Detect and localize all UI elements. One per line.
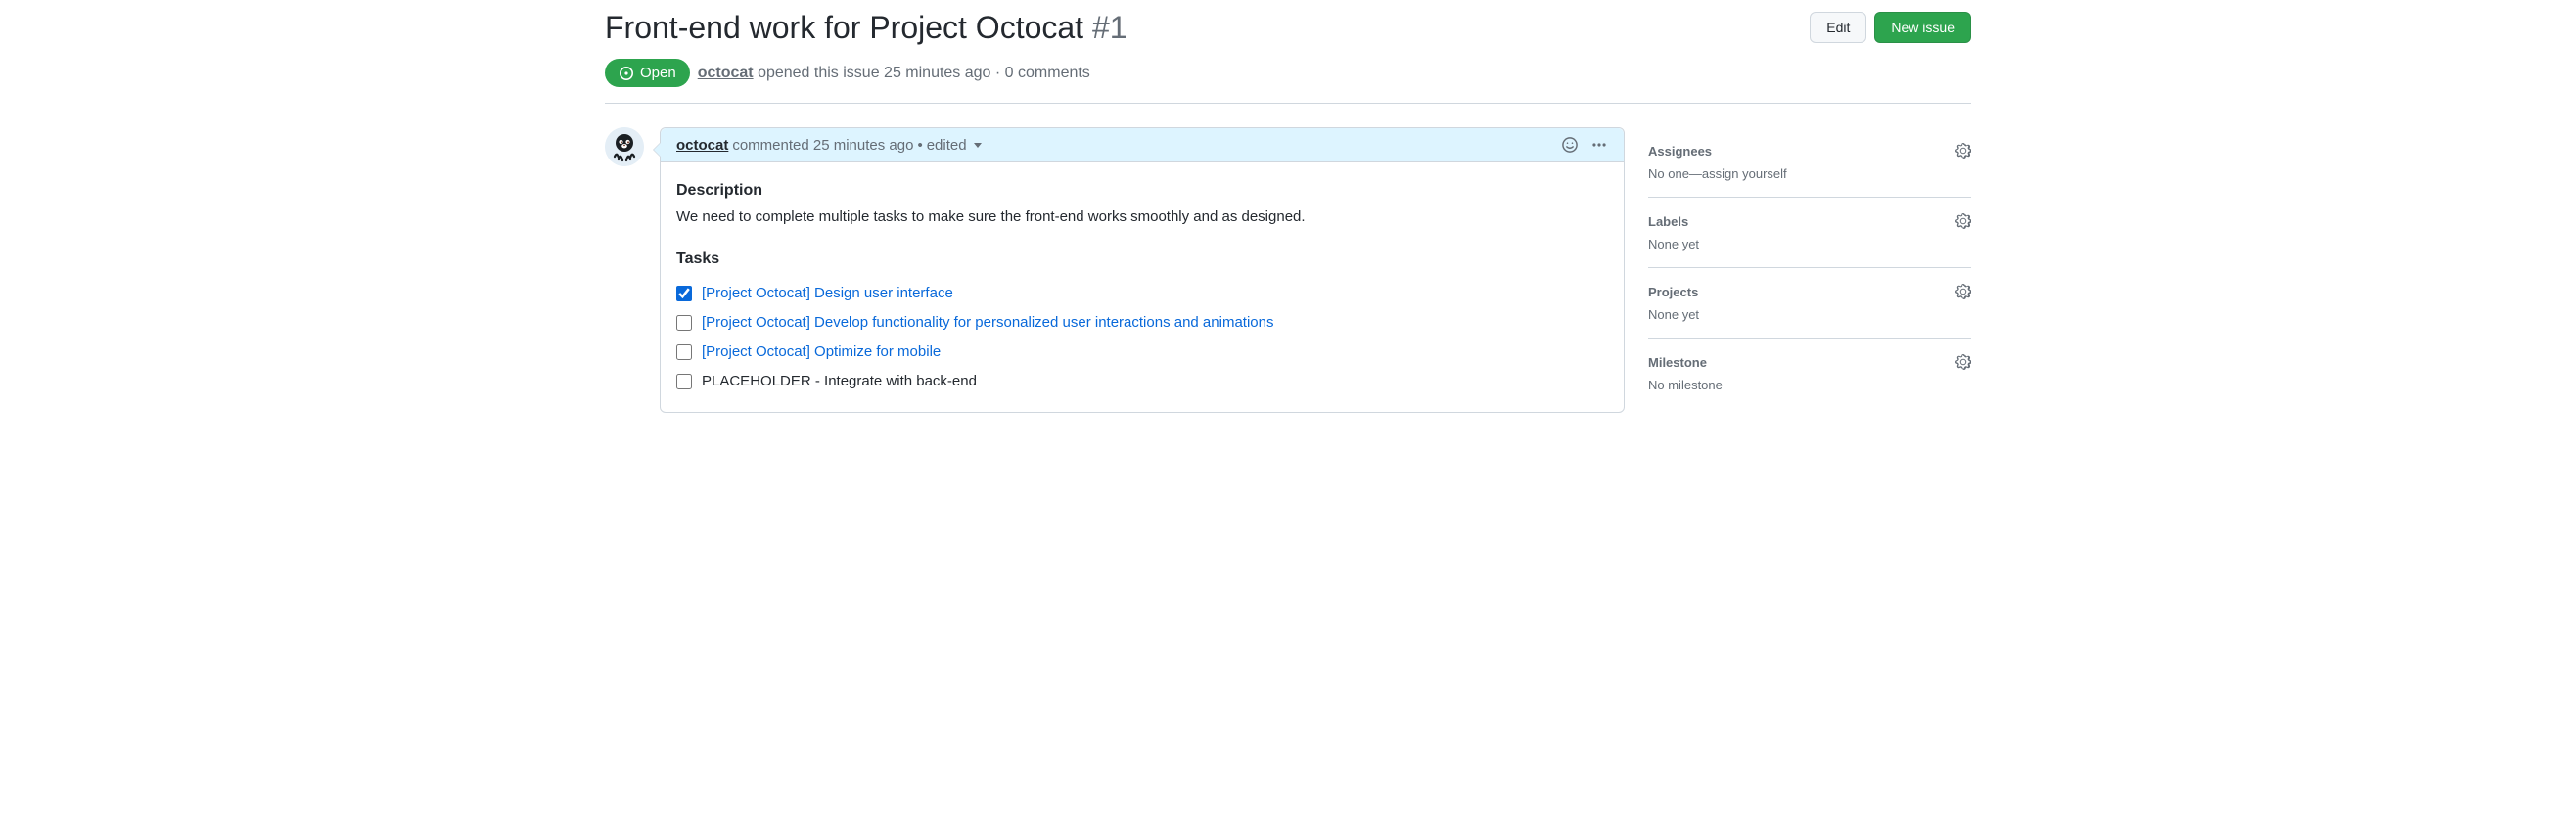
sidebar-assignees: Assignees No one—assign yourself [1648,127,1971,198]
labels-title: Labels [1648,214,1688,229]
milestone-body: No milestone [1648,378,1971,392]
assign-yourself-link[interactable]: No one—assign yourself [1648,166,1787,181]
issue-header: Front-end work for Project Octocat #1 Ed… [605,0,1971,47]
labels-gear[interactable] [1955,213,1971,229]
sidebar-projects: Projects None yet [1648,268,1971,339]
kebab-icon [1590,136,1608,154]
task-checkbox[interactable] [676,286,692,301]
comment-author-link[interactable]: octocat [676,137,728,154]
task-item: [Project Octocat] Develop functionality … [676,308,1608,338]
task-item: PLACEHOLDER - Integrate with back-end [676,367,1608,396]
assignees-gear[interactable] [1955,143,1971,159]
sidebar: Assignees No one—assign yourself Labels … [1648,127,1971,408]
reaction-button[interactable] [1561,136,1579,154]
edited-dropdown[interactable]: edited [927,137,982,154]
gear-icon [1955,213,1971,229]
task-item: [Project Octocat] Design user interface [676,279,1608,308]
gear-icon [1955,284,1971,299]
task-checkbox[interactable] [676,315,692,331]
task-link[interactable]: [Project Octocat] Design user interface [702,282,953,305]
state-badge: Open [605,59,690,87]
labels-body: None yet [1648,237,1971,251]
task-item: [Project Octocat] Optimize for mobile [676,338,1608,367]
new-issue-button[interactable]: New issue [1874,12,1971,43]
comment: octocat commented 25 minutes ago • edite… [660,127,1625,413]
avatar[interactable] [605,127,644,166]
projects-title: Projects [1648,285,1698,299]
milestone-gear[interactable] [1955,354,1971,370]
issue-opened-text: opened this issue 25 minutes ago · 0 com… [758,65,1090,81]
task-link[interactable]: [Project Octocat] Optimize for mobile [702,340,941,364]
issue-title-text: Front-end work for Project Octocat [605,10,1083,45]
issue-number: #1 [1092,10,1127,45]
header-actions: Edit New issue [1810,8,1971,43]
issue-meta: Open octocat opened this issue 25 minute… [605,59,1971,104]
comment-header: octocat commented 25 minutes ago • edite… [661,128,1624,162]
smiley-icon [1561,136,1579,154]
description-text: We need to complete multiple tasks to ma… [676,205,1608,229]
gear-icon [1955,354,1971,370]
projects-gear[interactable] [1955,284,1971,299]
task-checkbox[interactable] [676,344,692,360]
description-heading: Description [676,178,1608,204]
sidebar-labels: Labels None yet [1648,198,1971,268]
caret-down-icon [974,143,982,148]
comment-body: Description We need to complete multiple… [661,162,1624,412]
kebab-menu-button[interactable] [1590,136,1608,154]
assignees-title: Assignees [1648,144,1712,159]
issue-author-link[interactable]: octocat [698,65,754,81]
task-text: PLACEHOLDER - Integrate with back-end [702,370,977,393]
projects-body: None yet [1648,307,1971,322]
issue-open-icon [619,66,634,81]
tasks-heading: Tasks [676,247,1608,272]
sidebar-milestone: Milestone No milestone [1648,339,1971,408]
issue-title: Front-end work for Project Octocat #1 [605,8,1127,47]
task-list: [Project Octocat] Design user interface [… [676,279,1608,396]
task-checkbox[interactable] [676,374,692,389]
gear-icon [1955,143,1971,159]
milestone-title: Milestone [1648,355,1707,370]
edit-button[interactable]: Edit [1810,12,1866,43]
task-link[interactable]: [Project Octocat] Develop functionality … [702,311,1273,335]
state-label: Open [640,65,676,81]
separator-dot: • [917,137,922,154]
comment-timestamp: commented 25 minutes ago [732,137,913,154]
edited-label: edited [927,137,967,154]
